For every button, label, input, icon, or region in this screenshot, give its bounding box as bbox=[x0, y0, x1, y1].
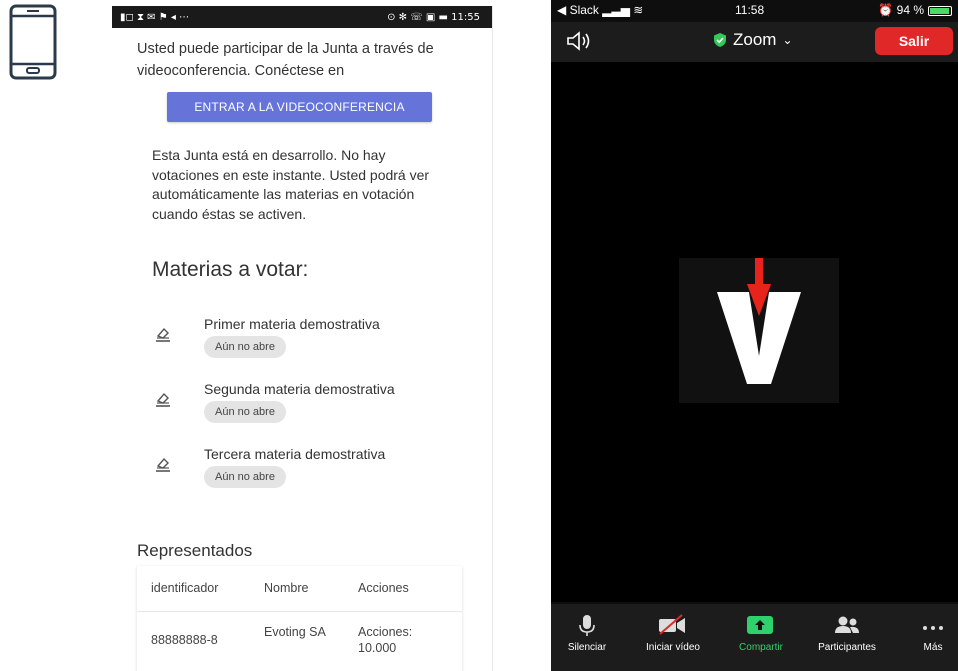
mute-button[interactable]: Silenciar bbox=[551, 604, 627, 671]
represented-heading: Representados bbox=[137, 541, 253, 560]
videoconference-intro: Usted puede participar de la Junta a tra… bbox=[137, 41, 434, 79]
share-label: Compartir bbox=[739, 642, 783, 653]
chevron-down-icon: ⌄ bbox=[782, 33, 793, 47]
mute-label: Silenciar bbox=[567, 642, 607, 653]
represented-table: identificador Nombre Acciones 88888888-8… bbox=[137, 566, 462, 671]
row-name: Evoting SA bbox=[264, 625, 326, 639]
shield-icon bbox=[714, 33, 726, 47]
start-video-button[interactable]: Iniciar vídeo bbox=[633, 604, 713, 671]
participants-button[interactable]: Participantes bbox=[807, 604, 887, 671]
start-video-label: Iniciar vídeo bbox=[646, 642, 700, 653]
speaker-icon[interactable] bbox=[565, 30, 591, 52]
participants-icon bbox=[835, 616, 859, 633]
v-logo-icon bbox=[717, 258, 801, 384]
matter-title: Segunda materia demostrativa bbox=[204, 381, 395, 397]
matter-title: Tercera materia demostrativa bbox=[204, 446, 386, 462]
more-button[interactable]: Más bbox=[893, 604, 958, 671]
meeting-notice: Esta Junta está en desarrollo. No hay vo… bbox=[152, 147, 430, 222]
matter-status-chip: Aún no abre bbox=[204, 401, 286, 423]
ios-status-bar: ◀ Slack ▂▃▅ ≋ 11:58 ⏰ 94 % bbox=[551, 0, 958, 22]
matters-heading: Materias a votar: bbox=[152, 258, 309, 281]
microphone-icon bbox=[579, 615, 595, 636]
leave-button[interactable]: Salir bbox=[875, 27, 953, 55]
row-identifier: 88888888-8 bbox=[151, 633, 218, 647]
voting-app-screen: ▮◻ ⧗ ✉ ⚑ ◂ ⋯ ⊙ ✻ ☏ ▣ ▬ 11:55 Usted puede… bbox=[112, 6, 493, 671]
meeting-title-label: Zoom bbox=[733, 30, 777, 49]
status-carrier: ◀ Slack ▂▃▅ ≋ bbox=[557, 3, 644, 17]
share-screen-icon bbox=[747, 616, 773, 634]
smartphone-icon bbox=[9, 4, 57, 80]
zoom-toolbar: Silenciar Iniciar vídeo Compartir Partic… bbox=[551, 604, 958, 671]
matter-status-chip: Aún no abre bbox=[204, 336, 286, 358]
status-time: 11:58 bbox=[735, 3, 765, 17]
column-header-shares: Acciones bbox=[358, 581, 409, 595]
ballot-icon bbox=[156, 457, 170, 472]
zoom-top-bar: Zoom ⌄ Salir bbox=[551, 22, 958, 62]
android-status-bar: ▮◻ ⧗ ✉ ⚑ ◂ ⋯ ⊙ ✻ ☏ ▣ ▬ 11:55 bbox=[112, 6, 492, 28]
participant-logo-tile bbox=[679, 258, 839, 403]
matter-status-chip: Aún no abre bbox=[204, 466, 286, 488]
column-header-name: Nombre bbox=[264, 581, 309, 595]
meeting-title[interactable]: Zoom ⌄ bbox=[713, 30, 793, 50]
share-button[interactable]: Compartir bbox=[721, 604, 801, 671]
more-icon bbox=[923, 626, 943, 630]
battery-icon bbox=[928, 6, 952, 16]
join-videoconference-button[interactable]: ENTRAR A LA VIDEOCONFERENCIA bbox=[167, 92, 432, 122]
more-label: Más bbox=[923, 642, 943, 653]
participants-label: Participantes bbox=[818, 642, 876, 653]
column-header-identifier: identificador bbox=[151, 581, 219, 595]
matter-title: Primer materia demostrativa bbox=[204, 316, 380, 332]
status-battery: ⏰ 94 % bbox=[878, 3, 924, 17]
status-icons-left: ▮◻ ⧗ ✉ ⚑ ◂ ⋯ bbox=[120, 11, 190, 23]
status-right: ⊙ ✻ ☏ ▣ ▬ 11:55 bbox=[387, 11, 480, 23]
table-header-row: identificador Nombre Acciones bbox=[137, 566, 462, 612]
video-off-icon bbox=[659, 614, 685, 635]
ballot-icon bbox=[156, 327, 170, 342]
video-area bbox=[551, 62, 958, 602]
matter-item[interactable]: Segunda materia demostrativa Aún no abre bbox=[152, 381, 472, 431]
matter-item[interactable]: Primer materia demostrativa Aún no abre bbox=[152, 316, 472, 366]
row-shares: Acciones: 10.000 bbox=[358, 625, 413, 655]
ballot-icon bbox=[156, 392, 170, 407]
zoom-meeting-screen: ◀ Slack ▂▃▅ ≋ 11:58 ⏰ 94 % Zoom ⌄ Salir bbox=[551, 0, 958, 671]
status-time: 11:55 bbox=[451, 11, 480, 23]
matter-item[interactable]: Tercera materia demostrativa Aún no abre bbox=[152, 446, 472, 496]
